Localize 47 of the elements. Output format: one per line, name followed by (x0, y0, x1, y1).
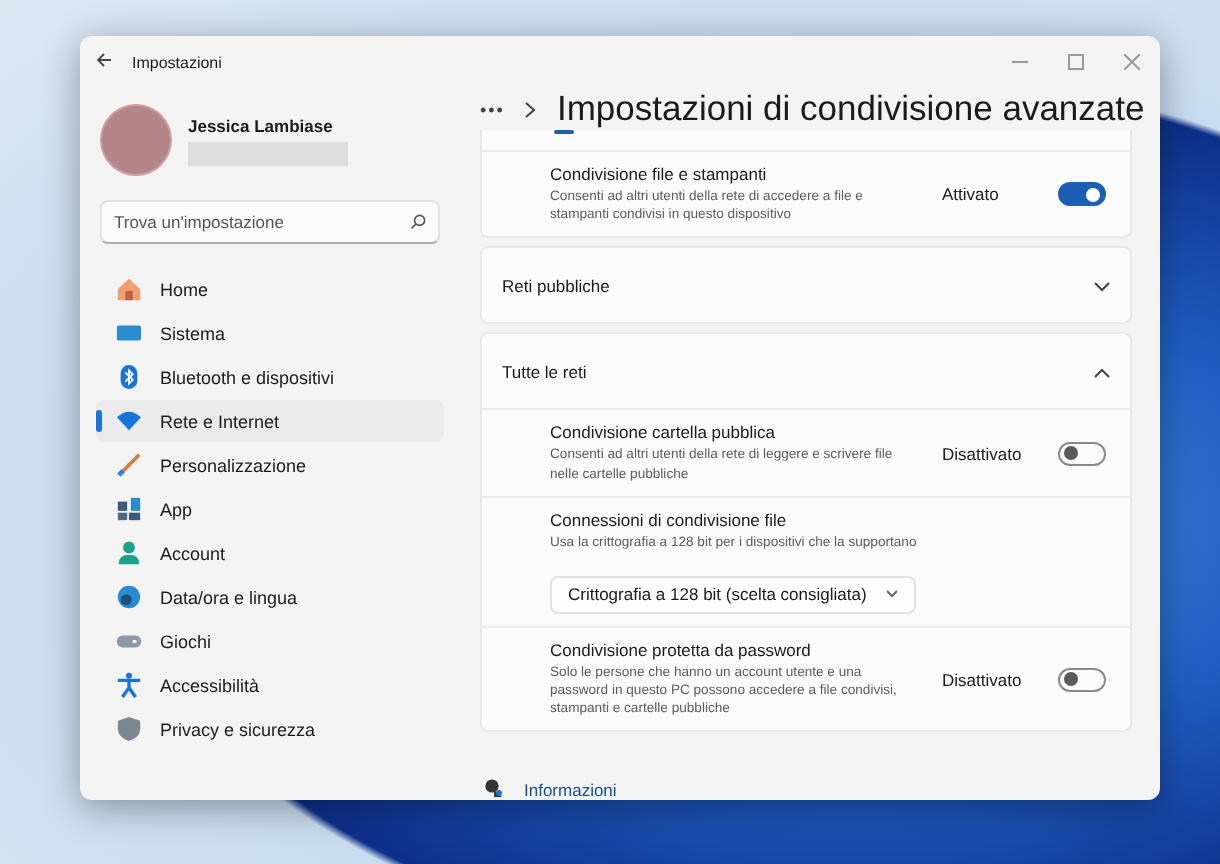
setting-title: Condivisione file e stampanti (550, 164, 769, 184)
toggle-state: Disattivato (942, 669, 1024, 690)
setting-title: Condivisione cartella pubblica (550, 422, 777, 443)
section-title: Tutte le reti (502, 361, 587, 382)
globe-icon (116, 584, 142, 610)
accessibility-icon (116, 672, 142, 698)
nav-item[interactable]: Bluetooth e dispositivi (96, 356, 444, 398)
nav-item[interactable]: Giochi (96, 620, 444, 662)
encryption-dropdown[interactable]: Crittografia a 128 bit (scelta consigliata) (550, 575, 917, 614)
information-link[interactable]: Informazioni (524, 780, 617, 800)
shield-icon (116, 716, 142, 742)
toggle-switch[interactable] (1058, 182, 1106, 207)
page-title: Impostazioni di condivisione avanzate (556, 88, 1145, 130)
section-header[interactable]: Tutte le reti (482, 334, 1130, 409)
setting-title: Connessioni di condivisione file (550, 509, 789, 530)
wifi-icon (116, 408, 142, 434)
toggle-switch[interactable] (1058, 667, 1106, 692)
search-icon (410, 214, 426, 230)
window-title: Impostazioni (132, 53, 222, 71)
person-icon (116, 540, 142, 566)
avatar (100, 104, 172, 176)
back-arrow-icon[interactable] (96, 52, 112, 72)
apps-icon (116, 496, 142, 522)
house-icon (116, 276, 142, 302)
search-field[interactable]: Trova un'impostazione (100, 200, 440, 244)
nav-item[interactable]: Accessibilità (96, 664, 444, 706)
monitor-icon (116, 320, 142, 346)
toggle-switch[interactable] (1058, 441, 1106, 466)
chevron-down-icon (886, 590, 899, 599)
nav-item[interactable]: Home (96, 268, 444, 310)
setting-title: Condivisione protetta da password (550, 639, 813, 660)
section-title: Reti pubbliche (502, 275, 610, 296)
more-button[interactable]: ••• (480, 99, 505, 119)
toggle-state: Attivato (942, 184, 1001, 205)
toggle-state: Disattivato (942, 443, 1024, 464)
user-name: Jessica Lambiase (188, 115, 335, 135)
nav-item[interactable]: Account (96, 532, 444, 574)
bluetooth-icon (116, 364, 142, 390)
brush-icon (116, 452, 142, 478)
selection-indicator (96, 410, 101, 432)
nav-item[interactable]: Privacy e sicurezza (96, 708, 444, 750)
nav-item[interactable]: Personalizzazione (96, 444, 444, 486)
nav-item[interactable]: Sistema (96, 312, 444, 354)
nav-item[interactable]: App (96, 488, 444, 530)
nav-item[interactable]: Rete e Internet (96, 400, 444, 442)
section-header[interactable]: Reti pubbliche (482, 248, 1130, 323)
nav-item[interactable]: Data/ora e lingua (96, 576, 444, 618)
